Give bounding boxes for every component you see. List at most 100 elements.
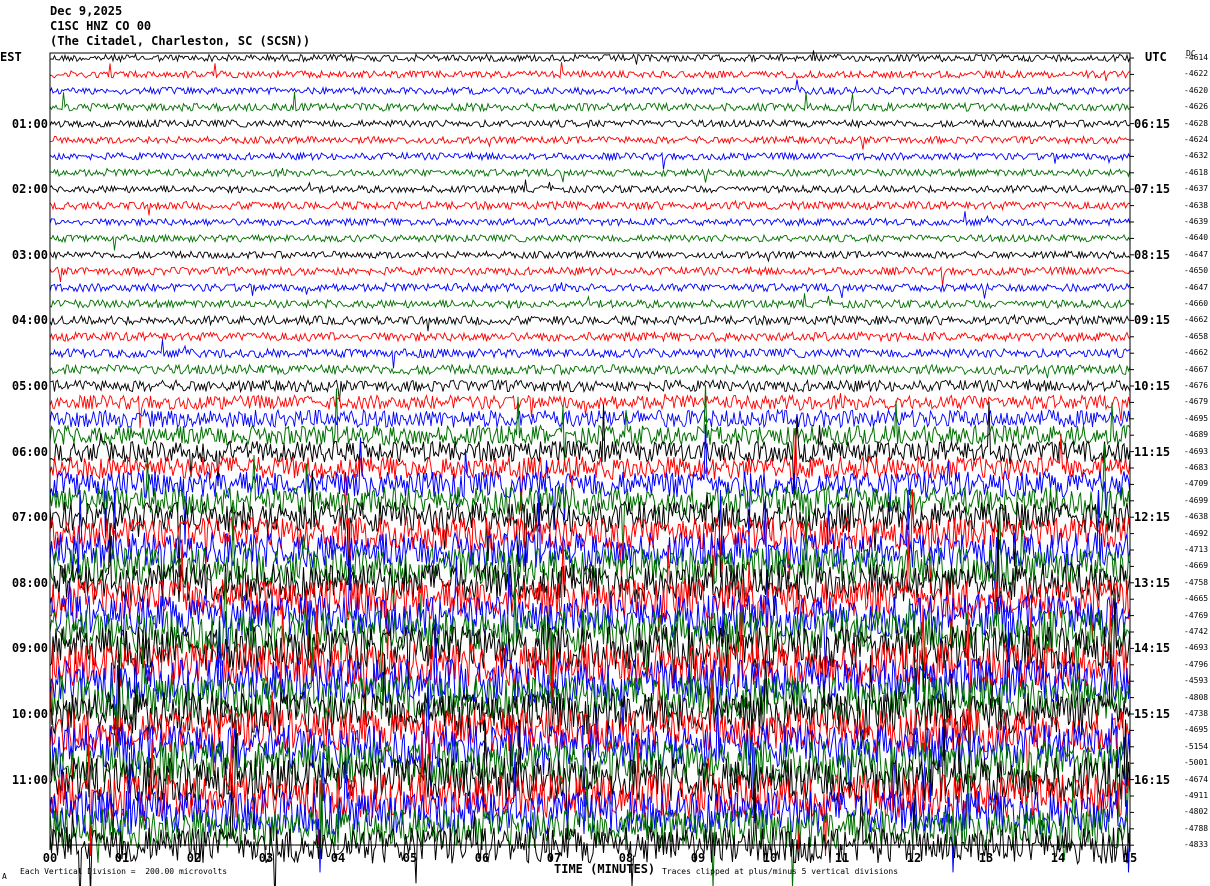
- dc-offset-label: -4620: [1184, 85, 1209, 95]
- dc-offset-label: -4695: [1184, 413, 1209, 423]
- trace-row-18: [49, 339, 1131, 369]
- dc-offset-label: -4662: [1184, 315, 1209, 325]
- dc-offset-label: -4769: [1184, 610, 1209, 620]
- dc-offset-label: -4624: [1184, 135, 1209, 144]
- dc-offset-label: -4632: [1184, 151, 1209, 161]
- dc-offset-label: -4637: [1184, 184, 1209, 194]
- trace-row-4: [49, 118, 1131, 129]
- dc-offset-label: -5001: [1184, 758, 1209, 768]
- dc-offset-label: -5154: [1184, 741, 1209, 751]
- dc-offset-label: -4593: [1184, 676, 1209, 686]
- x-tick-label: 09: [690, 851, 706, 865]
- dc-offset-label: -4628: [1184, 118, 1209, 128]
- x-tick-label: 13: [978, 851, 994, 865]
- utc-hour-label: 16:15: [1134, 772, 1171, 787]
- utc-hour-label: 07:15: [1134, 182, 1171, 197]
- utc-hour-label: 08:15: [1134, 247, 1171, 262]
- dc-offset-label: -4658: [1184, 331, 1209, 341]
- dc-offset-label: -4660: [1184, 299, 1209, 308]
- trace-row-17: [49, 330, 1131, 343]
- est-hour-label: 05:00: [11, 379, 48, 393]
- dc-offset-label: -4796: [1184, 659, 1209, 669]
- trace-row-3: [49, 92, 1131, 113]
- dc-offset-label: -4679: [1184, 397, 1209, 407]
- est-hour-label: 03:00: [11, 247, 48, 262]
- dc-offset-label: -4638: [1184, 512, 1209, 522]
- x-tick-label: 12: [906, 851, 922, 865]
- dc-offset-label: -4618: [1184, 167, 1209, 177]
- x-axis-title: TIME (MINUTES): [554, 862, 656, 876]
- dc-offset-label: -4709: [1184, 479, 1209, 489]
- dc-offset-label: -4650: [1184, 266, 1209, 276]
- utc-hour-label: 10:15: [1134, 379, 1171, 393]
- trace-row-19: [49, 363, 1131, 379]
- dc-offset-label: -4622: [1184, 69, 1209, 79]
- utc-hour-label: 14:15: [1134, 641, 1171, 656]
- est-hour-label: 09:00: [11, 641, 48, 656]
- dc-offset-label: -4626: [1184, 102, 1209, 112]
- seismic-traces: [49, 50, 1131, 886]
- station-location: (The Citadel, Charleston, SC (SCSN)): [50, 34, 311, 48]
- est-hour-label: 11:00: [11, 772, 48, 787]
- est-hour-label: 08:00: [11, 575, 48, 590]
- trace-row-30: [49, 489, 1131, 607]
- trace-row-15: [49, 293, 1131, 310]
- est-zone-label: EST: [0, 50, 22, 64]
- trace-row-13: [49, 265, 1131, 286]
- dc-offset-label: -4640: [1184, 233, 1209, 243]
- dc-offset-label: -4667: [1184, 364, 1209, 374]
- dc-offset-label: -4674: [1184, 774, 1209, 784]
- est-hour-label: 02:00: [11, 182, 48, 197]
- trace-row-2: [49, 79, 1131, 96]
- dc-offset-label: -4788: [1184, 823, 1209, 833]
- trace-row-14: [49, 281, 1131, 299]
- trace-row-10: [49, 211, 1131, 228]
- utc-hour-label: 13:15: [1134, 575, 1171, 590]
- dc-offset-label: -4683: [1184, 463, 1209, 472]
- est-hour-label: 04:00: [11, 313, 48, 328]
- dc-offset-label: -4639: [1184, 217, 1209, 226]
- dc-offset-label: -4665: [1184, 594, 1209, 604]
- dc-offset-label: -4695: [1184, 725, 1209, 735]
- dc-offset-label: -4738: [1184, 709, 1209, 718]
- dc-offset-label: -4693: [1184, 643, 1209, 653]
- plot-date: Dec 9,2025: [50, 4, 123, 18]
- x-tick-label: 10: [762, 851, 778, 865]
- dc-offset-label: -4669: [1184, 561, 1209, 571]
- utc-hour-label: 12:15: [1134, 510, 1171, 525]
- utc-hour-label: 15:15: [1134, 707, 1171, 721]
- x-tick-label: 01: [114, 851, 130, 865]
- trace-row-12: [49, 249, 1131, 263]
- dc-offset-label: -4614: [1184, 53, 1209, 62]
- dc-offset-label: -4742: [1184, 627, 1209, 636]
- utc-zone-label: UTC: [1145, 50, 1167, 64]
- dc-offset-label: -4833: [1184, 840, 1209, 850]
- trace-row-8: [49, 179, 1131, 195]
- est-hour-label: 10:00: [11, 707, 48, 721]
- trace-row-16: [49, 313, 1131, 332]
- dc-offset-label: -4689: [1184, 430, 1209, 440]
- dc-offset-label: -4911: [1184, 791, 1209, 800]
- station-code: C1SC HNZ CO 00: [50, 19, 152, 33]
- trace-row-25: [49, 427, 1131, 512]
- trace-row-1: [49, 61, 1131, 82]
- est-hour-label: 07:00: [11, 510, 48, 525]
- dc-offset-label: -4676: [1184, 381, 1209, 390]
- trace-row-11: [49, 233, 1131, 251]
- scale-note: Each Vertical Division = 200.00 microvol…: [20, 867, 228, 876]
- trace-row-0: [49, 50, 1131, 65]
- utc-hour-label: 06:15: [1134, 116, 1171, 131]
- est-hour-label: 06:00: [11, 444, 48, 459]
- trace-row-6: [49, 150, 1131, 170]
- utc-hour-label: 11:15: [1134, 444, 1171, 459]
- x-tick-label: 00: [42, 851, 58, 865]
- dc-offset-label: -4662: [1184, 348, 1209, 358]
- trace-row-24: [49, 401, 1131, 498]
- x-tick-label: 04: [330, 851, 346, 865]
- x-tick-label: 06: [474, 851, 490, 865]
- dc-offset-label: -4699: [1184, 495, 1209, 505]
- x-tick-label: 03: [258, 851, 274, 865]
- dc-offset-label: -4713: [1184, 545, 1209, 554]
- dc-offset-label: -4638: [1184, 200, 1209, 210]
- dc-offset-label: -4647: [1184, 249, 1209, 259]
